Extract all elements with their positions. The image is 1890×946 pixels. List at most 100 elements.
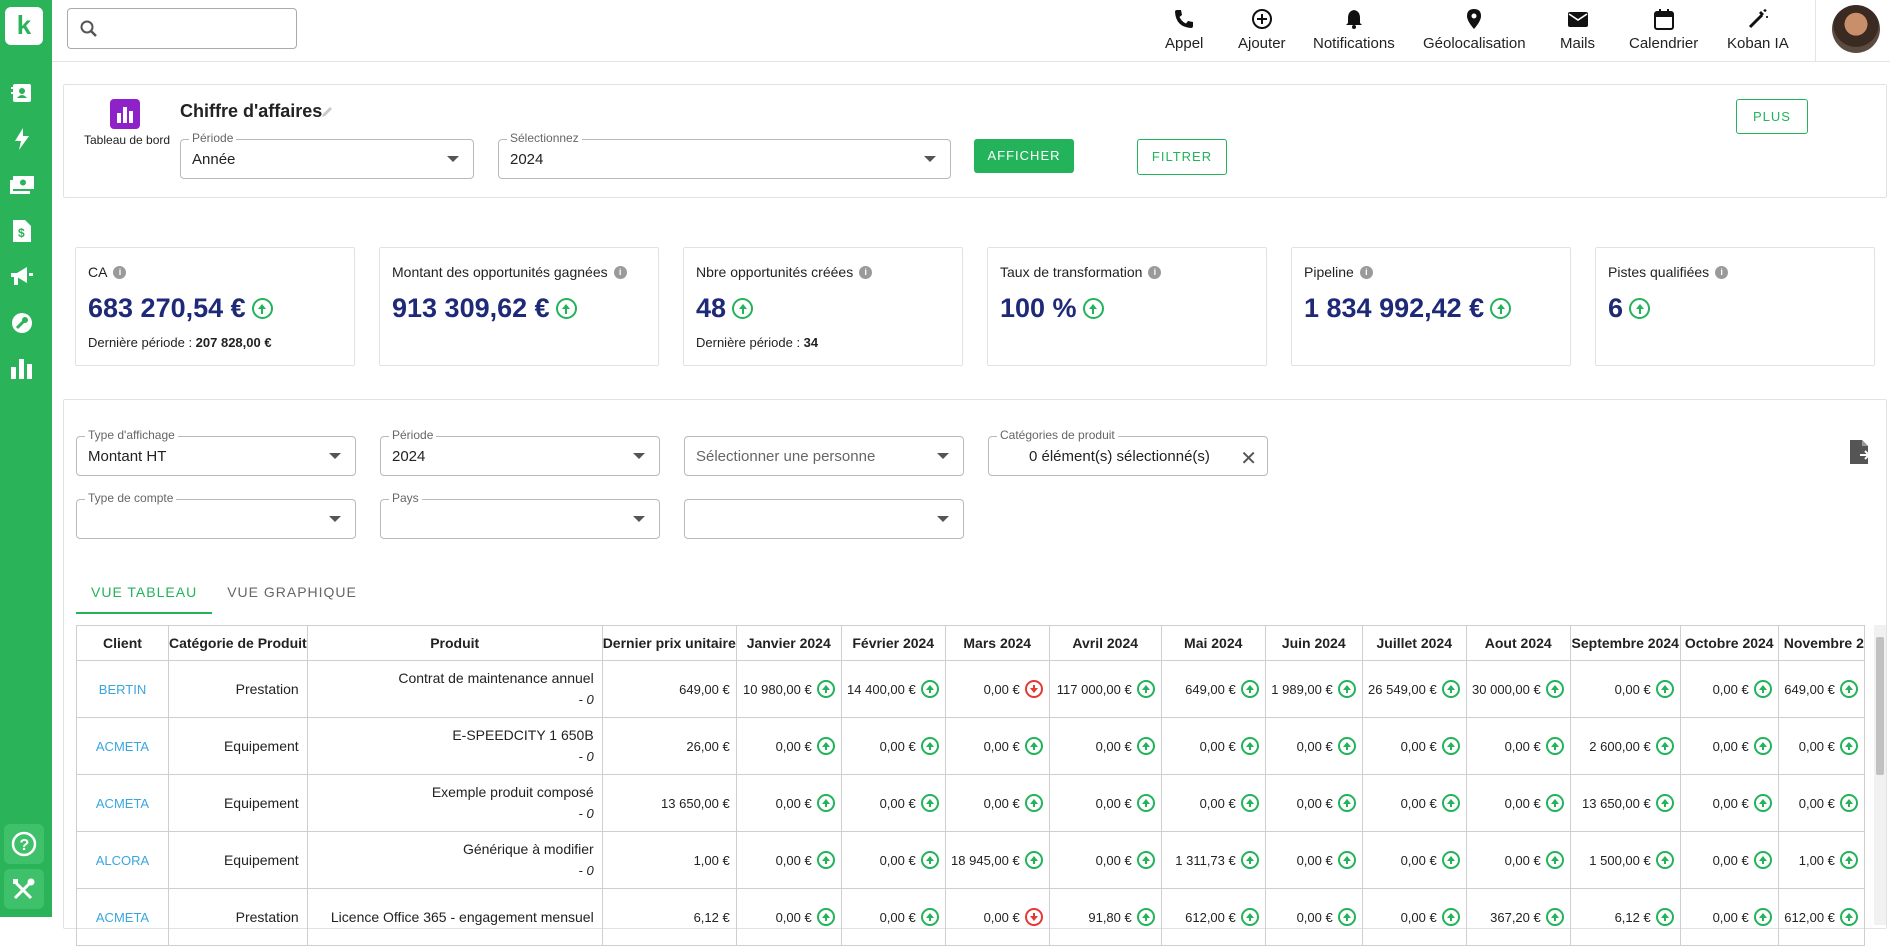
info-icon[interactable]: i: [613, 265, 627, 279]
column-header[interactable]: Octobre 2024: [1679, 625, 1779, 661]
topnav-ajouter[interactable]: Ajouter: [1238, 8, 1286, 52]
periode-filter-value: 2024: [392, 448, 426, 465]
month-value-cell: 26 549,00 €: [1361, 660, 1467, 718]
trend-up-icon: [1441, 794, 1460, 812]
categories-select[interactable]: Catégories de produit 0 élément(s) sélec…: [988, 428, 1268, 476]
cash-icon[interactable]: [10, 173, 34, 197]
topnav-label: Appel: [1165, 35, 1204, 52]
edit-pencil-icon[interactable]: [320, 105, 334, 119]
tab-vue-graphique[interactable]: VUE GRAPHIQUE: [212, 580, 372, 614]
month-value-cell: 91,80 €: [1048, 888, 1162, 946]
periode-select[interactable]: Période Année: [180, 131, 474, 179]
client-link[interactable]: ACMETA: [76, 774, 169, 832]
info-icon[interactable]: i: [859, 265, 873, 279]
invoice-icon[interactable]: $: [10, 219, 34, 243]
tools-icon[interactable]: [4, 869, 44, 909]
clear-icon[interactable]: ✕: [1240, 446, 1257, 471]
product-cell: Contrat de maintenance annuel - 0: [306, 660, 603, 718]
dashboard-icon[interactable]: [110, 99, 140, 129]
kpi-card-ca: CA i 683 270,54 € Dernière période : 207 …: [75, 247, 355, 366]
month-value: 0,00 €: [775, 795, 812, 811]
megaphone-icon[interactable]: [10, 265, 34, 289]
topnav-notifications[interactable]: Notifications: [1313, 8, 1395, 52]
column-header[interactable]: Janvier 2024: [735, 625, 842, 661]
month-value: 0,00 €: [1614, 681, 1651, 697]
month-value-cell: 0,00 €: [735, 831, 842, 889]
trend-up-icon: [1240, 680, 1259, 698]
personne-select[interactable]: Sélectionner une personne: [684, 436, 964, 476]
type-affichage-select[interactable]: Type d'affichage Montant HT: [76, 428, 356, 476]
sidebar: k $ ?: [0, 0, 52, 917]
trend-up-icon: [1839, 908, 1858, 926]
month-value-cell: 117 000,00 €: [1048, 660, 1162, 718]
kpi-card-pistes-qualifiees: Pistes qualifiées i 6: [1595, 247, 1875, 366]
month-value: 0,00 €: [1798, 738, 1835, 754]
column-header[interactable]: Dernier prix unitaire: [601, 625, 737, 661]
month-value: 0,00 €: [1712, 852, 1749, 868]
column-header[interactable]: Client: [76, 625, 169, 661]
info-icon[interactable]: i: [1715, 265, 1729, 279]
bar-chart-icon[interactable]: [10, 357, 34, 381]
column-header[interactable]: Septembre 2024: [1569, 625, 1681, 661]
column-header[interactable]: Juillet 2024: [1361, 625, 1467, 661]
trend-up-icon: [816, 737, 835, 755]
column-header[interactable]: Février 2024: [840, 625, 946, 661]
topnav-calendrier[interactable]: Calendrier: [1629, 8, 1698, 52]
chevron-down-icon: [447, 156, 459, 162]
info-icon[interactable]: i: [1359, 265, 1373, 279]
column-header[interactable]: Aout 2024: [1465, 625, 1571, 661]
month-value: 0,00 €: [1199, 795, 1236, 811]
info-icon[interactable]: i: [1148, 265, 1162, 279]
search-box[interactable]: [67, 8, 297, 49]
vertical-scrollbar[interactable]: [1874, 625, 1886, 925]
column-header[interactable]: Mars 2024: [944, 625, 1050, 661]
product-cell: Générique à modifier - 0: [306, 831, 603, 889]
select-label: Sélectionnez: [507, 131, 582, 145]
koban-logo[interactable]: k: [5, 7, 43, 45]
client-link[interactable]: ACMETA: [76, 888, 169, 946]
export-file-icon[interactable]: [1850, 440, 1870, 464]
topnav-mails[interactable]: Mails: [1560, 8, 1595, 52]
client-link[interactable]: ALCORA: [76, 831, 169, 889]
annee-select[interactable]: Sélectionnez 2024: [498, 131, 951, 179]
pays-select[interactable]: Pays: [380, 491, 660, 539]
extra-select[interactable]: [684, 499, 964, 539]
column-header[interactable]: Catégorie de Produit: [168, 625, 308, 661]
page-title: Chiffre d'affaires: [180, 101, 323, 121]
topnav-appel[interactable]: Appel: [1165, 8, 1203, 52]
trend-up-icon: [555, 298, 577, 319]
periode-filter-select[interactable]: Période 2024: [380, 428, 660, 476]
help-icon[interactable]: ?: [4, 824, 44, 864]
trend-up-icon: [1136, 908, 1155, 926]
chevron-down-icon: [329, 453, 341, 459]
client-link[interactable]: ACMETA: [76, 717, 169, 775]
product-name: Contrat de maintenance annuel: [398, 670, 594, 686]
scrollbar-thumb[interactable]: [1876, 637, 1884, 775]
lightning-icon[interactable]: [10, 127, 34, 151]
contacts-icon[interactable]: [10, 81, 34, 105]
column-header[interactable]: Produit: [306, 625, 603, 661]
category-cell: Equipement: [168, 774, 308, 832]
month-value-cell: 367,20 €: [1465, 888, 1571, 946]
search-input[interactable]: [106, 15, 286, 43]
topnav-geolocalisation[interactable]: Géolocalisation: [1423, 8, 1526, 52]
filtrer-button[interactable]: FILTRER: [1137, 139, 1227, 175]
plus-button[interactable]: PLUS: [1736, 99, 1808, 134]
month-value-cell: 649,00 €: [1777, 660, 1865, 718]
afficher-button[interactable]: AFFICHER: [974, 139, 1074, 173]
month-value-cell: 0,00 €: [735, 888, 842, 946]
column-header[interactable]: Novembre 2: [1777, 625, 1865, 661]
wrench-icon[interactable]: [10, 311, 34, 335]
column-header[interactable]: Mai 2024: [1160, 625, 1266, 661]
column-header[interactable]: Juin 2024: [1264, 625, 1363, 661]
trend-up-icon: [1655, 794, 1674, 812]
type-compte-select[interactable]: Type de compte: [76, 491, 356, 539]
column-header[interactable]: Avril 2024: [1048, 625, 1162, 661]
topnav-koban-ia[interactable]: Koban IA: [1727, 8, 1789, 52]
user-avatar[interactable]: [1832, 5, 1880, 53]
tab-vue-tableau[interactable]: VUE TABLEAU: [76, 580, 213, 614]
client-link[interactable]: BERTIN: [76, 660, 169, 718]
month-value-cell: 0,00 €: [944, 717, 1050, 775]
info-icon[interactable]: i: [113, 265, 127, 279]
month-value-cell: 0,00 €: [1160, 717, 1266, 775]
